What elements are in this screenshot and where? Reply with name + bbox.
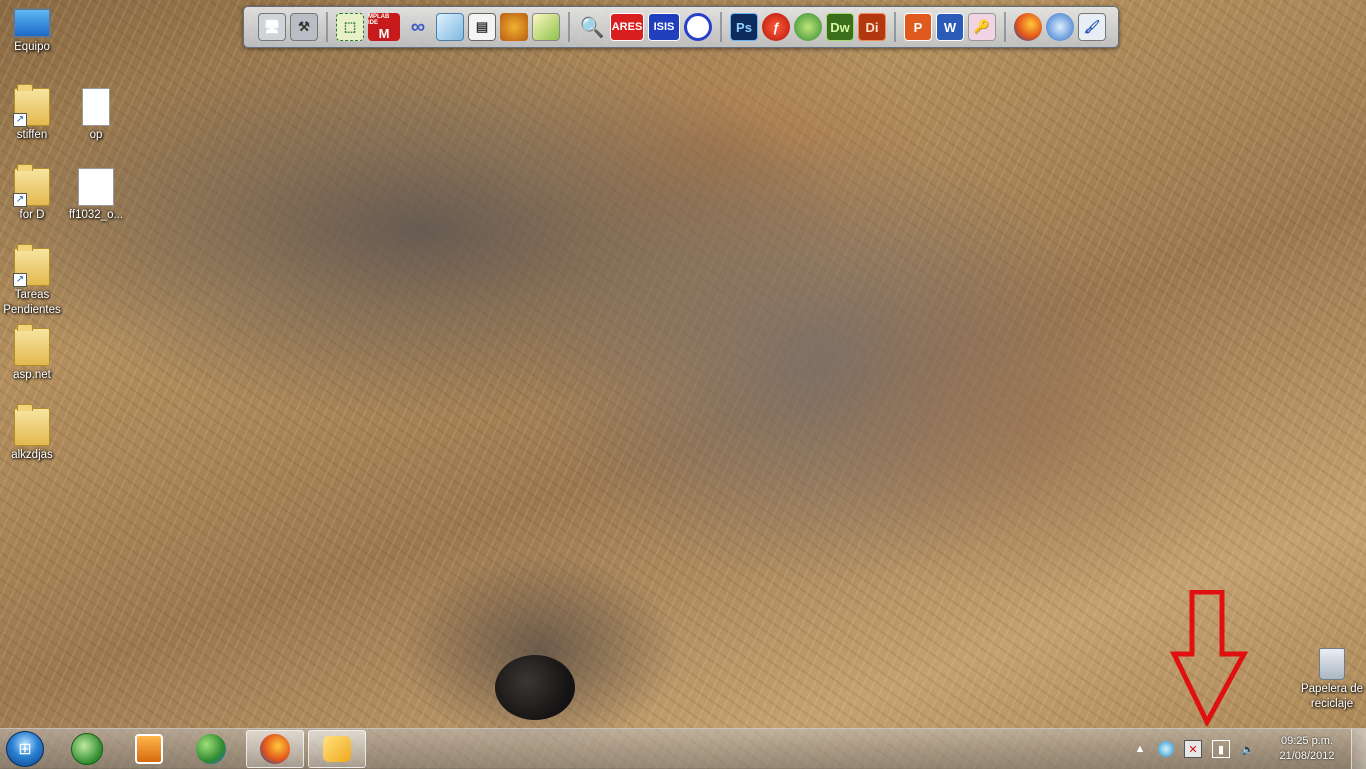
quick-launch-dock: 🖥 ⚒ ⬚ MPLAB IDE M ∞ ▤ 🔍 ARES ISIS Ps ƒ Dw… xyxy=(243,6,1119,48)
taskbar-media-center[interactable] xyxy=(58,729,116,769)
selection-tool-icon[interactable]: ⬚ xyxy=(336,13,364,41)
red-arrow-annotation xyxy=(1170,590,1249,726)
word-icon[interactable]: W xyxy=(936,13,964,41)
microchip-mplab-icon[interactable]: MPLAB IDE M xyxy=(368,13,400,41)
desktop-icon-for-d[interactable]: ↗ for D xyxy=(0,164,68,223)
taskbar-messenger[interactable] xyxy=(182,729,240,769)
link-icon[interactable]: ∞ xyxy=(404,13,432,41)
desktop-icon-label: alkzdjas xyxy=(11,449,53,461)
folder-icon: ↗ xyxy=(13,164,50,207)
folder-icon xyxy=(14,324,50,366)
remote-desktop-icon[interactable]: 🖥 xyxy=(258,13,286,41)
spartan-helmet-icon[interactable] xyxy=(500,13,528,41)
clock-date: 21/08/2012 xyxy=(1279,750,1335,762)
folder-icon: ↗ xyxy=(13,244,50,287)
isis-icon[interactable]: ISIS xyxy=(648,13,680,41)
desktop-icon-asp-net[interactable]: asp.net xyxy=(0,324,68,383)
clock[interactable]: 09:25 p.m. 21/08/2012 xyxy=(1267,734,1347,764)
tools-icon[interactable]: ⚒ xyxy=(290,13,318,41)
proteus-icon[interactable] xyxy=(684,13,712,41)
network-status-icon[interactable] xyxy=(1158,741,1174,757)
desktop-icon-ff1032[interactable]: ff1032_o... xyxy=(60,168,132,223)
desktop-icon-stiffen[interactable]: ↗ stiffen xyxy=(0,84,68,143)
paint-icon[interactable]: 🖌 xyxy=(1078,13,1106,41)
globe-tool-icon[interactable] xyxy=(794,13,822,41)
desktop-icon-label: Equipo xyxy=(14,41,50,53)
desktop-icon-equipo[interactable]: Equipo xyxy=(0,8,68,55)
window-app-icon[interactable]: ▤ xyxy=(468,13,496,41)
messenger-icon xyxy=(196,734,226,764)
media-player-icon xyxy=(135,734,163,764)
wallpaper-fox-nose xyxy=(495,655,575,720)
taskbar: ⊞ ▲ ✕ ▮ 🔈 09:25 p.m. 21/08/2012 xyxy=(0,728,1366,769)
clock-time: 09:25 p.m. xyxy=(1281,735,1333,747)
start-button[interactable]: ⊞ xyxy=(6,731,44,767)
dock-separator xyxy=(1004,12,1006,42)
photoshop-icon[interactable]: Ps xyxy=(730,13,758,41)
dock-separator xyxy=(326,12,328,42)
desktop-icon-recycle-bin[interactable]: Papelera de reciclaje xyxy=(1296,648,1366,712)
show-desktop-button[interactable] xyxy=(1351,729,1366,769)
windows-media-center-icon xyxy=(71,733,103,765)
desktop-icon-label: for D xyxy=(19,209,45,221)
desktop-icon-label: ff1032_o... xyxy=(68,209,124,221)
ares-icon[interactable]: ARES xyxy=(610,13,644,41)
show-hidden-icons-chevron-icon[interactable]: ▲ xyxy=(1132,741,1148,757)
dock-separator xyxy=(568,12,570,42)
director-icon[interactable]: Di xyxy=(858,13,886,41)
shortcut-arrow-icon: ↗ xyxy=(13,193,27,207)
dock-separator xyxy=(894,12,896,42)
action-center-flag-icon[interactable]: ✕ xyxy=(1184,740,1202,758)
desktop-icon-label: asp.net xyxy=(13,369,51,381)
firefox-icon xyxy=(260,734,290,764)
taskbar-app[interactable] xyxy=(308,730,366,768)
desktop-icon-label: Tareas Pendientes xyxy=(3,289,61,316)
computer-icon xyxy=(13,8,51,38)
desktop-icon-op[interactable]: op xyxy=(60,88,132,143)
desktop-icon-tareas-pendientes[interactable]: ↗ Tareas Pendientes xyxy=(0,244,68,318)
taskbar-media-player[interactable] xyxy=(120,729,178,769)
folder-icon xyxy=(14,404,50,446)
powerpoint-icon[interactable]: P xyxy=(904,13,932,41)
dock-separator xyxy=(720,12,722,42)
firefox-icon[interactable] xyxy=(1014,13,1042,41)
recycle-bin-icon xyxy=(1319,648,1345,680)
desktop-icon-label: Papelera de reciclaje xyxy=(1300,683,1364,710)
flash-icon[interactable]: ƒ xyxy=(762,13,790,41)
taskbar-firefox[interactable] xyxy=(246,730,304,768)
pdf-document-icon xyxy=(78,168,114,206)
windows-logo-icon: ⊞ xyxy=(18,741,32,758)
key-icon[interactable]: 🔑 xyxy=(968,13,996,41)
shortcut-arrow-icon: ↗ xyxy=(13,273,27,287)
google-earth-icon[interactable] xyxy=(1046,13,1074,41)
magnifier-icon[interactable]: 🔍 xyxy=(578,13,606,41)
desktop-icon-label: op xyxy=(89,129,103,141)
shortcut-arrow-icon: ↗ xyxy=(13,113,27,127)
folder-icon: ↗ xyxy=(13,84,50,127)
cube-icon[interactable] xyxy=(436,13,464,41)
document-icon xyxy=(82,88,110,126)
desktop-icon-alkzdjas[interactable]: alkzdjas xyxy=(0,404,68,463)
power-battery-icon[interactable]: ▮ xyxy=(1212,740,1230,758)
puzzle-app-icon xyxy=(323,736,351,762)
system-tray: ▲ ✕ ▮ 🔈 09:25 p.m. 21/08/2012 xyxy=(1127,729,1366,769)
image-editor-icon[interactable] xyxy=(532,13,560,41)
volume-icon[interactable]: 🔈 xyxy=(1240,741,1256,757)
desktop-icon-label: stiffen xyxy=(16,129,48,141)
dreamweaver-icon[interactable]: Dw xyxy=(826,13,854,41)
